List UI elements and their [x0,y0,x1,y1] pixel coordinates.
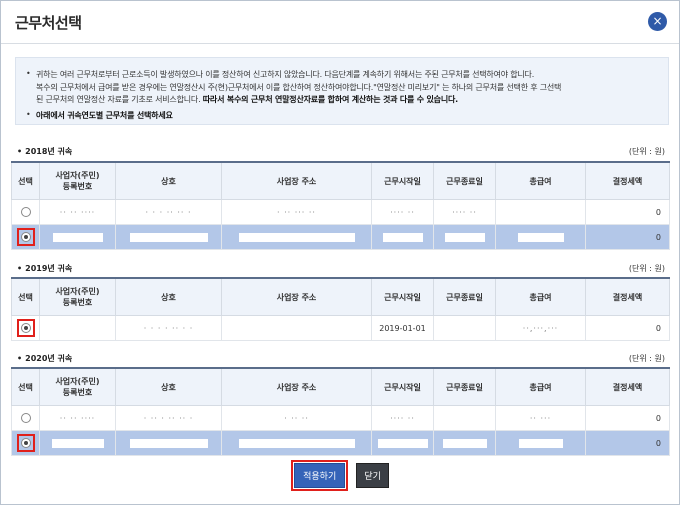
col-start: 근무시작일 [371,367,434,406]
highlight-box: 적용하기 [291,460,349,491]
col-start: 근무시작일 [371,161,434,200]
masked-value: · ·· ··· ·· [277,207,316,217]
tax-amount: 0 [585,430,670,456]
col-salary: 총급여 [495,367,586,406]
tax-amount: 0 [585,224,670,250]
col-tax: 결정세액 [585,367,670,406]
col-name: 상호 [115,367,222,406]
unit-label: (단위 : 원) [628,147,665,156]
unit-label: (단위 : 원) [628,264,665,273]
notice-line-3a: 된 근무처의 연말정산 자료를 기초로 서비스합니다. [36,95,201,104]
masked-value: · ·· ·· [284,413,309,423]
col-end: 근무종료일 [433,367,496,406]
masked-value [238,232,355,242]
col-start: 근무시작일 [371,277,434,316]
section-2019-title: 2019년 귀속 [17,263,72,274]
col-bizno: 사업자(주민) 등록번호 [39,367,116,406]
col-bizno: 사업자(주민) 등록번호 [39,277,116,316]
masked-value [129,438,208,448]
highlight-box [16,319,35,337]
dialog-header: 근무처선택 × [1,1,679,44]
masked-value: · · · · ·· · · [143,323,194,333]
col-select: 선택 [11,367,40,406]
workplace-select-dialog: 근무처선택 × • 귀하는 여러 근무처로부터 근로소득이 발생하였으나 이를 … [0,0,680,505]
table-row[interactable]: ·· ·· ···· · ·· · ·· ·· · · ·· ·· ···· ·… [11,405,670,431]
notice-line-3: 된 근무처의 연말정산 자료를 기초로 서비스합니다. 따라서 복수의 근무처 … [36,94,458,105]
masked-value [442,438,487,448]
close-icon[interactable]: × [648,12,667,31]
close-button[interactable]: 닫기 [356,463,389,488]
col-select: 선택 [11,161,40,200]
col-bizno: 사업자(주민) 등록번호 [39,161,116,200]
table-row[interactable]: ·· ·· ···· · · · ·· ·· · · ·· ··· ·· ···… [11,199,670,225]
table-header: 선택 사업자(주민) 등록번호 상호 사업장 주소 근무시작일 근무종료일 총급여… [11,367,670,406]
col-end: 근무종료일 [433,161,496,200]
notice-line-2: 복수의 근무처에서 급여를 받은 경우에는 연말정산시 주(현)근무처에서 이를… [36,83,562,92]
masked-value [382,232,423,242]
notice-line-4: 아래에서 귀속연도별 근무처를 선택하세요 [36,111,173,120]
table-header: 선택 사업자(주민) 등록번호 상호 사업장 주소 근무시작일 근무종료일 총급여… [11,277,670,316]
unit-label: (단위 : 원) [628,354,665,363]
button-bar: 적용하기 닫기 [1,460,679,491]
tax-amount: 0 [585,199,670,225]
table-2018: 선택 사업자(주민) 등록번호 상호 사업장 주소 근무시작일 근무종료일 총급여… [11,161,670,250]
col-name: 상호 [115,161,222,200]
masked-value [238,438,355,448]
col-select: 선택 [11,277,40,316]
masked-value [518,438,563,448]
radio-button-selected[interactable] [20,323,31,333]
masked-value: ·· ·· ···· [59,413,96,423]
table-row[interactable]: · · · · ·· · · 2019-01-01 ··,···,··· 0 [11,315,670,341]
bullet-icon: • [26,110,31,119]
notice-line-1: 귀하는 여러 근무처로부터 근로소득이 발생하였으나 이를 정산하여 신고하지 … [36,70,535,79]
col-address: 사업장 주소 [221,367,372,406]
apply-button[interactable]: 적용하기 [294,463,346,488]
dialog-title: 근무처선택 [15,14,82,32]
section-2018-title: 2018년 귀속 [17,146,72,157]
table-row[interactable]: 0 [11,224,670,250]
col-end: 근무종료일 [433,277,496,316]
radio-button-selected[interactable] [20,232,31,242]
bullet-icon: • [26,69,31,78]
masked-value: ···· ·· [452,207,477,217]
notice-line-3b: 따라서 복수의 근무처 연말정산자료를 합하여 계산하는 것과 다를 수 있습니… [202,95,458,104]
masked-value: · ·· · ·· ·· · [143,413,194,423]
masked-value: ··,···,··· [522,323,559,333]
radio-button[interactable] [20,207,31,217]
masked-value [129,232,208,242]
masked-value [377,438,428,448]
masked-value: ·· ·· ···· [59,207,96,217]
highlight-box [16,434,35,452]
masked-value [51,438,104,448]
radio-button-selected[interactable] [20,438,31,448]
tax-amount: 0 [585,405,670,431]
notice-box: • 귀하는 여러 근무처로부터 근로소득이 발생하였으나 이를 정산하여 신고하… [15,57,669,125]
table-2019: 선택 사업자(주민) 등록번호 상호 사업장 주소 근무시작일 근무종료일 총급여… [11,277,670,341]
masked-value [52,232,103,242]
start-date: 2019-01-01 [371,315,434,341]
masked-value [444,232,485,242]
col-tax: 결정세액 [585,277,670,316]
col-address: 사업장 주소 [221,161,372,200]
masked-value: ···· ·· [390,207,415,217]
tax-amount: 0 [585,315,670,341]
col-address: 사업장 주소 [221,277,372,316]
table-row[interactable]: 0 [11,430,670,456]
radio-button[interactable] [20,413,31,423]
col-tax: 결정세액 [585,161,670,200]
table-header: 선택 사업자(주민) 등록번호 상호 사업장 주소 근무시작일 근무종료일 총급여… [11,161,670,200]
table-2020: 선택 사업자(주민) 등록번호 상호 사업장 주소 근무시작일 근무종료일 총급여… [11,367,670,456]
masked-value: ·· ··· [529,413,552,423]
col-salary: 총급여 [495,277,586,316]
col-salary: 총급여 [495,161,586,200]
masked-value: ···· ·· [390,413,415,423]
masked-value: · · · ·· ·· · [145,207,192,217]
col-name: 상호 [115,277,222,316]
section-2020-title: 2020년 귀속 [17,353,72,364]
highlight-box [16,228,35,246]
masked-value [517,232,564,242]
